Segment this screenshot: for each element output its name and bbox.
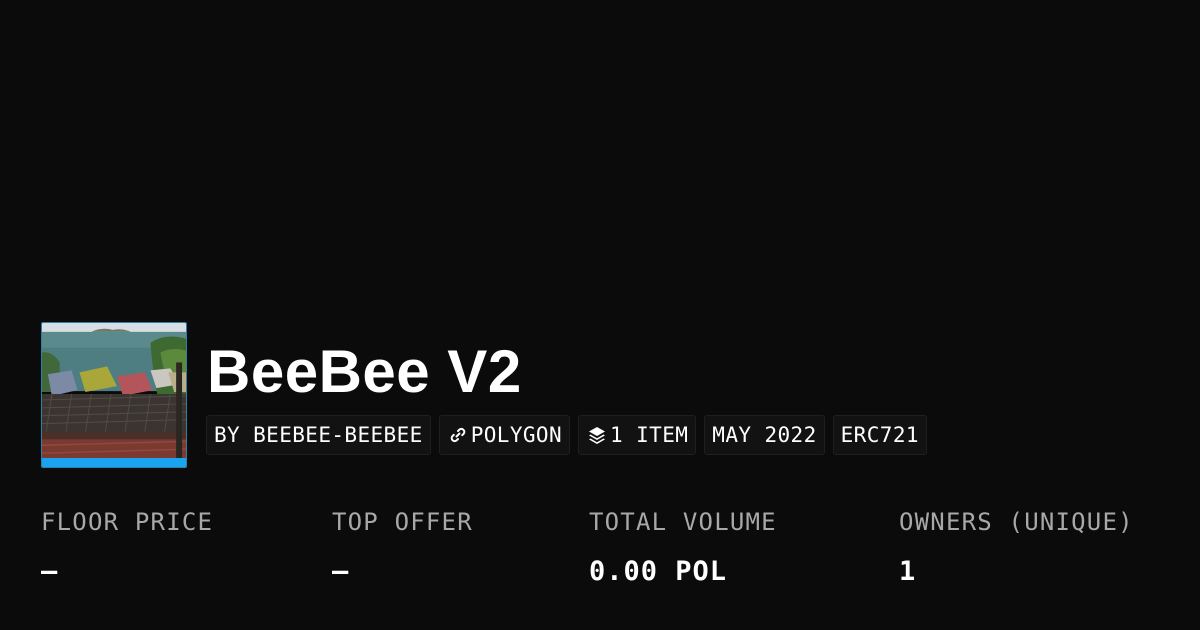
layers-icon — [586, 424, 608, 446]
stat-total-volume-label: TOTAL VOLUME — [589, 508, 777, 536]
avatar-accent-bar — [42, 458, 186, 467]
collection-avatar — [41, 322, 187, 468]
stat-owners-value: 1 — [899, 556, 917, 587]
items-chip[interactable]: 1 ITEM — [578, 415, 697, 455]
creator-chip[interactable]: BY BEEBEE-BEEBEE — [206, 415, 431, 455]
creator-chip-label: BY BEEBEE-BEEBEE — [214, 423, 423, 447]
collection-meta-chips: BY BEEBEE-BEEBEE POLYGON 1 ITEM MAY 2022… — [206, 415, 927, 455]
token-standard-label: ERC721 — [840, 423, 919, 447]
stat-top-offer-label: TOP OFFER — [332, 508, 473, 536]
stat-floor-price-value: — — [41, 556, 59, 587]
stat-total-volume-value: 0.00 POL — [589, 556, 728, 587]
stat-top-offer-value: — — [332, 556, 350, 587]
created-date-label: MAY 2022 — [712, 423, 817, 447]
items-chip-label: 1 ITEM — [610, 423, 689, 447]
chain-chip[interactable]: POLYGON — [438, 415, 571, 455]
stat-top-offer: TOP OFFER — — [332, 504, 473, 590]
collection-title: BeeBee V2 — [207, 338, 522, 405]
created-date-chip: MAY 2022 — [704, 415, 825, 455]
token-standard-chip: ERC721 — [832, 415, 927, 455]
stat-owners: OWNERS (UNIQUE) 1 — [899, 504, 1134, 590]
stat-floor-price: FLOOR PRICE — — [41, 504, 213, 590]
stat-total-volume: TOTAL VOLUME 0.00 POL — [589, 504, 777, 590]
stat-owners-label: OWNERS (UNIQUE) — [899, 508, 1134, 536]
chain-chip-label: POLYGON — [470, 423, 563, 447]
collection-avatar-image — [42, 323, 186, 467]
link-icon — [447, 424, 469, 446]
stat-floor-price-label: FLOOR PRICE — [41, 508, 214, 536]
